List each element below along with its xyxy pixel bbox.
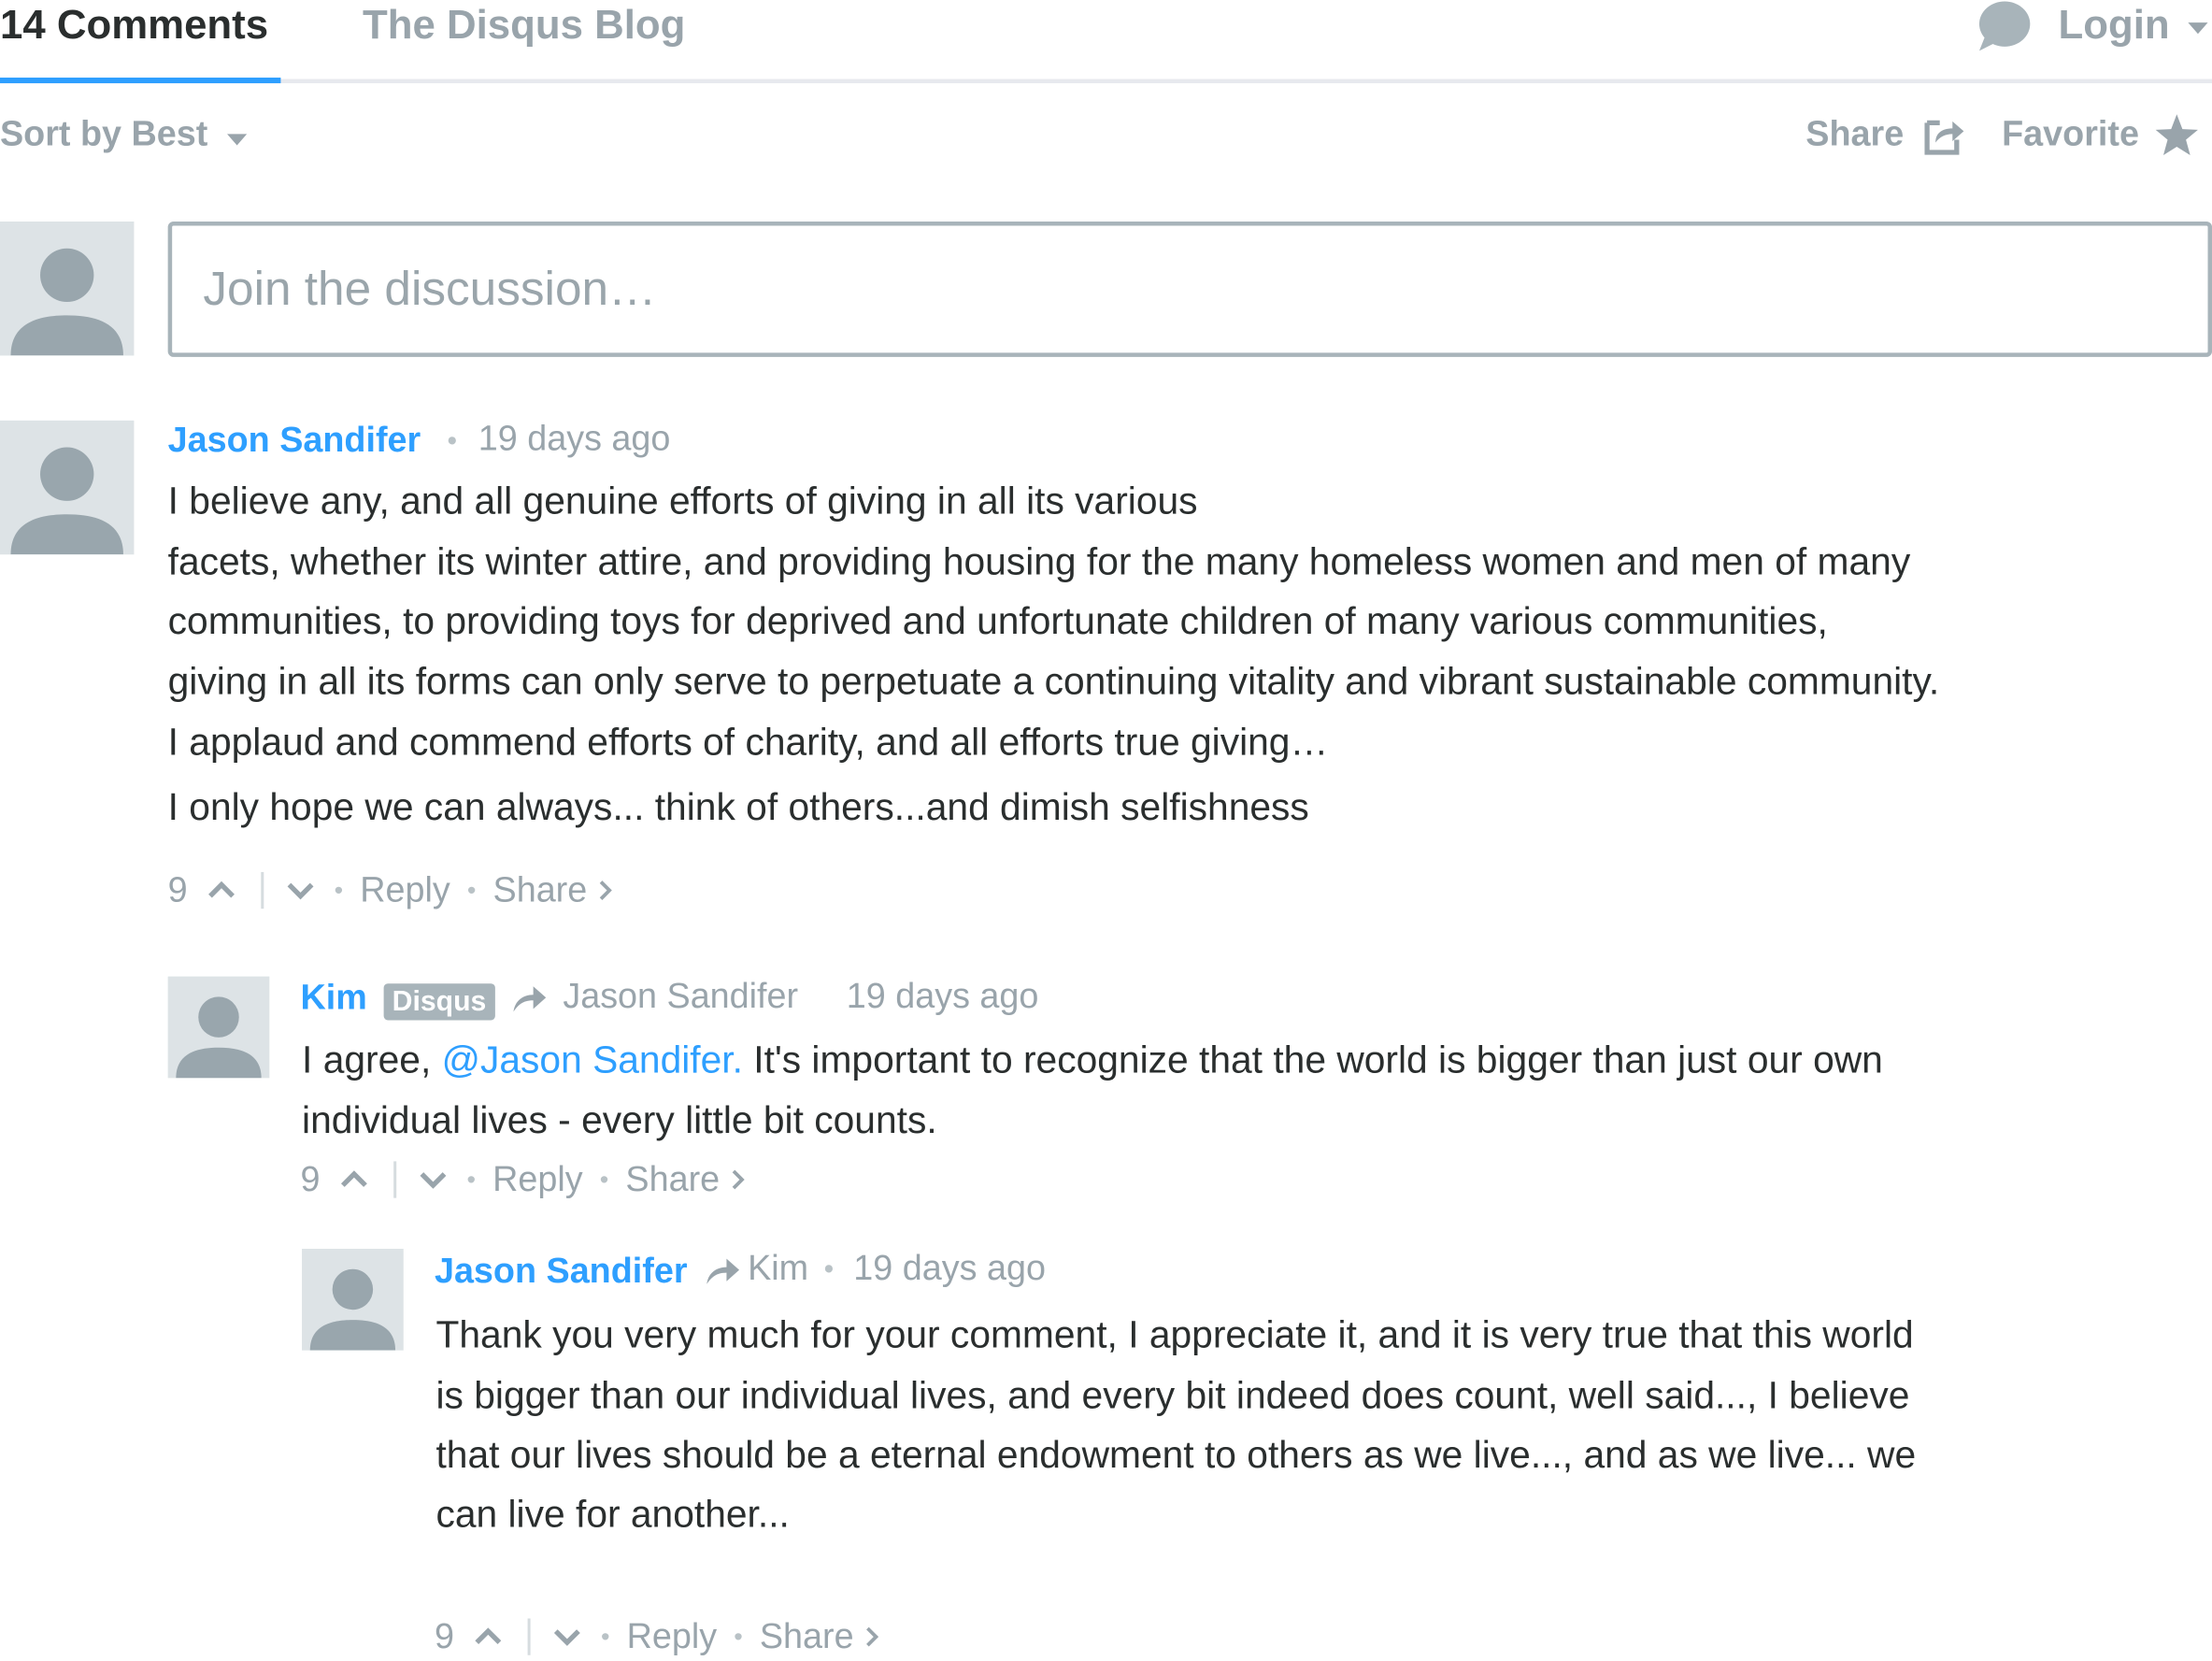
- active-tab-indicator: [0, 78, 281, 84]
- footer-bullet: •: [466, 1165, 477, 1194]
- comment-input[interactable]: [203, 253, 2150, 325]
- disqus-comments-widget: 14 Comments The Disqus Blog Login Sort b…: [0, 0, 2212, 1658]
- avatar[interactable]: [302, 1248, 404, 1351]
- vote-divider: [261, 871, 264, 909]
- share-comment-button[interactable]: Share: [760, 1616, 854, 1657]
- sort-dropdown[interactable]: Sort by Best: [0, 114, 249, 156]
- login-link[interactable]: Login: [2059, 0, 2170, 56]
- upvote-icon[interactable]: [471, 1620, 505, 1654]
- nav-divider: [0, 79, 2212, 84]
- vote-divider: [527, 1618, 531, 1655]
- comment-line: communities, to providing toys for depri…: [167, 599, 1828, 642]
- comment-line: can live for another...: [435, 1493, 790, 1536]
- in-reply-to[interactable]: Kim: [748, 1249, 808, 1290]
- comment-line: Thank you very much for your comment, I …: [435, 1313, 1914, 1356]
- tab-blog[interactable]: The Disqus Blog: [363, 0, 685, 56]
- footer-bullet: •: [466, 875, 477, 904]
- upvote-icon[interactable]: [205, 873, 238, 907]
- comment-line: individual lives - every little bit coun…: [302, 1098, 937, 1142]
- comment-footer: 9 • Reply • Share: [168, 866, 613, 914]
- comment-line: I agree, @Jason Sandifer. It's important…: [302, 1038, 1883, 1082]
- downvote-icon[interactable]: [550, 1620, 584, 1654]
- footer-bullet: •: [334, 875, 344, 904]
- chevron-right-icon[interactable]: [865, 1616, 879, 1657]
- chevron-right-icon[interactable]: [598, 870, 613, 911]
- comment-line: I believe any, and all genuine efforts o…: [167, 480, 1198, 523]
- meta-separator: •: [823, 1254, 835, 1286]
- current-user-avatar: [0, 222, 135, 356]
- share-thread-label: Share: [1805, 114, 1905, 154]
- comment-line: that our lives should be a eternal endow…: [435, 1433, 1917, 1477]
- vote-count: 9: [167, 869, 188, 909]
- sort-caret-icon: [226, 116, 249, 157]
- reply-arrow-icon: [510, 983, 547, 1014]
- footer-bullet: •: [599, 1165, 609, 1194]
- sort-label: Sort by Best: [0, 114, 208, 154]
- vote-divider: [393, 1161, 397, 1198]
- footer-bullet: •: [600, 1622, 610, 1651]
- comment-line: is bigger than our individual lives, and…: [435, 1374, 1910, 1417]
- reply-button[interactable]: Reply: [492, 1159, 582, 1200]
- downvote-icon[interactable]: [283, 873, 317, 907]
- tab-comments[interactable]: 14 Comments: [0, 0, 268, 56]
- share-comment-button[interactable]: Share: [625, 1159, 720, 1200]
- reply-arrow-icon: [704, 1256, 740, 1287]
- comment-text: I agree,: [302, 1038, 442, 1081]
- vote-count: 9: [434, 1616, 454, 1656]
- chevron-right-icon[interactable]: [731, 1159, 745, 1200]
- share-arrow-icon[interactable]: [1923, 114, 1965, 156]
- footer-bullet: •: [734, 1622, 743, 1651]
- share-comment-button[interactable]: Share: [493, 870, 588, 911]
- meta-separator: •: [447, 425, 458, 458]
- reply-button[interactable]: Reply: [627, 1616, 717, 1657]
- comment-timestamp[interactable]: 19 days ago: [853, 1249, 1046, 1290]
- avatar[interactable]: [167, 976, 270, 1079]
- user-speech-bubble-icon[interactable]: [1977, 0, 2033, 51]
- comment-text: It's important to recognize that the wor…: [742, 1038, 1883, 1081]
- comment-timestamp[interactable]: 19 days ago: [847, 977, 1039, 1018]
- reply-button[interactable]: Reply: [360, 870, 450, 911]
- vote-count: 9: [300, 1159, 321, 1199]
- star-icon[interactable]: [2154, 113, 2199, 158]
- comment-composer[interactable]: [167, 222, 2212, 357]
- favorite-label: Favorite: [2002, 114, 2139, 154]
- comment-line: I only hope we can always... think of ot…: [167, 785, 1309, 829]
- comment-author[interactable]: Kim: [301, 978, 367, 1019]
- user-mention[interactable]: @Jason Sandifer.: [442, 1038, 743, 1081]
- favorite-button[interactable]: Favorite: [2002, 114, 2139, 155]
- comment-line: I applaud and commend efforts of charity…: [167, 721, 1329, 764]
- comment-footer: 9 • Reply • Share: [301, 1155, 746, 1203]
- in-reply-to[interactable]: Jason Sandifer: [563, 977, 798, 1018]
- comment-author[interactable]: Jason Sandifer: [435, 1252, 688, 1293]
- upvote-icon[interactable]: [337, 1163, 371, 1196]
- comment-line: giving in all its forms can only serve t…: [167, 660, 1940, 703]
- moderator-badge: Disqus: [383, 983, 495, 1021]
- comment-footer: 9 • Reply • Share: [435, 1612, 879, 1660]
- comment-line: facets, whether its winter attire, and p…: [167, 540, 1911, 583]
- comment-timestamp[interactable]: 19 days ago: [478, 419, 671, 460]
- login-caret-icon[interactable]: [2187, 17, 2209, 35]
- avatar[interactable]: [0, 420, 135, 555]
- comment-author[interactable]: Jason Sandifer: [168, 421, 421, 462]
- downvote-icon[interactable]: [416, 1163, 450, 1196]
- share-thread-button[interactable]: Share: [1805, 114, 1904, 155]
